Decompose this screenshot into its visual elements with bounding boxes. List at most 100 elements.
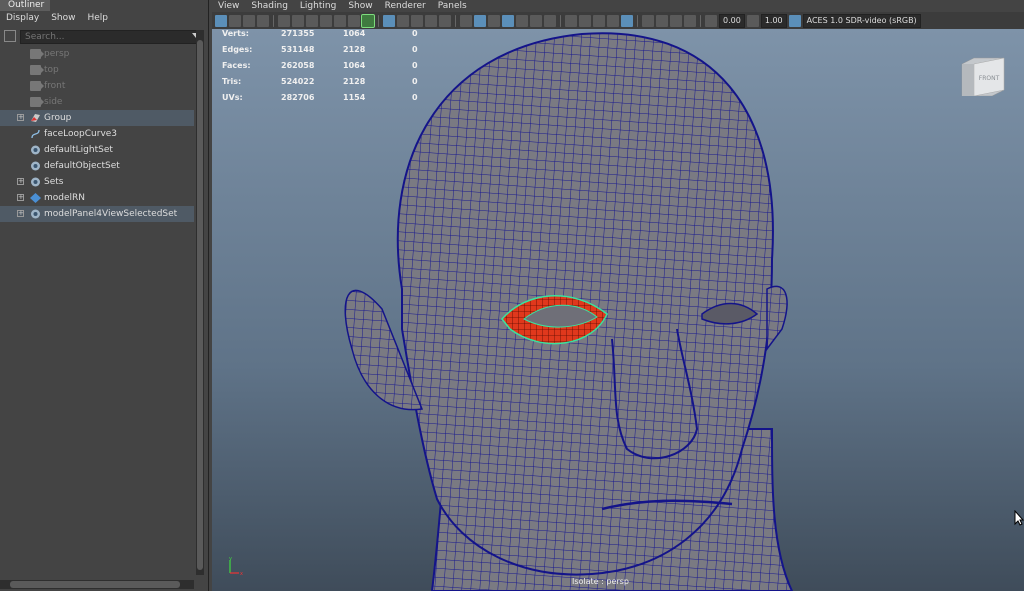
two-sided-lighting-icon[interactable]	[656, 14, 668, 27]
default-material-icon[interactable]	[425, 14, 437, 27]
use-all-lights-icon[interactable]	[516, 14, 528, 27]
outliner-item-sets[interactable]: + Sets	[0, 174, 194, 190]
vertical-scrollbar[interactable]	[196, 30, 204, 575]
stat-label: Edges:	[222, 45, 253, 54]
xray-active-icon[interactable]	[502, 14, 514, 27]
horizontal-scrollbar[interactable]	[0, 580, 194, 589]
outliner-item-faceloopcurve3[interactable]: faceLoopCurve3	[0, 126, 194, 142]
anti-aliasing-icon[interactable]	[593, 14, 605, 27]
gamma-field[interactable]: 1.00	[760, 13, 787, 28]
bookmark-icon[interactable]	[243, 14, 255, 27]
menu-renderer[interactable]: Renderer	[385, 0, 426, 12]
gamma-icon[interactable]	[746, 14, 759, 27]
resolution-gate-icon[interactable]	[292, 14, 304, 27]
color-space-dropdown[interactable]: ACES 1.0 SDR-video (sRGB)	[802, 13, 921, 28]
stat-value-selected: 2128	[343, 77, 366, 86]
select-camera-icon[interactable]	[215, 14, 227, 27]
outliner-item-defaultlightset[interactable]: defaultLightSet	[0, 142, 194, 158]
head-mesh[interactable]	[212, 29, 1024, 591]
image-plane-icon[interactable]	[257, 14, 269, 27]
3d-viewport[interactable]: Verts: 271355 1064 0 Edges: 531148 2128 …	[212, 29, 1024, 591]
xray-icon[interactable]	[474, 14, 486, 27]
set-icon	[31, 177, 40, 187]
outliner-item-group[interactable]: + Group	[0, 110, 194, 126]
depth-of-field-icon[interactable]	[607, 14, 619, 27]
stat-label: Verts:	[222, 29, 249, 38]
viewport-panel: View Shading Lighting Show Renderer Pane…	[212, 0, 1024, 591]
safe-title-icon[interactable]	[348, 14, 360, 27]
poly-count-hud: Verts: 271355 1064 0 Edges: 531148 2128 …	[222, 29, 422, 109]
stat-value-total: 531148	[281, 45, 315, 54]
isolate-view-icon[interactable]	[621, 14, 633, 27]
backface-culling-icon[interactable]	[670, 14, 682, 27]
exposure-icon[interactable]	[705, 14, 717, 27]
menu-display[interactable]: Display	[6, 11, 39, 26]
outliner-item-label: side	[44, 97, 63, 107]
stat-value-selected: 1064	[343, 29, 366, 38]
smooth-shade-icon[interactable]	[411, 14, 423, 27]
reference-icon	[30, 193, 41, 203]
grid-icon[interactable]	[383, 14, 395, 27]
menu-lighting[interactable]: Lighting	[300, 0, 336, 12]
outliner-item-label: defaultLightSet	[44, 145, 113, 155]
color-management-icon[interactable]	[788, 14, 801, 27]
outliner-tab[interactable]: Outliner	[0, 0, 50, 11]
outliner-item-defaultobjectset[interactable]: defaultObjectSet	[0, 158, 194, 174]
menu-view[interactable]: View	[218, 0, 239, 12]
safe-action-icon[interactable]	[334, 14, 346, 27]
shadows-icon[interactable]	[530, 14, 542, 27]
outliner-item-persp[interactable]: persp	[0, 46, 194, 62]
outliner-menubar: Display Show Help	[0, 11, 208, 26]
camera-icon	[30, 97, 44, 107]
stat-value-components: 0	[412, 61, 418, 70]
menu-help[interactable]: Help	[87, 11, 108, 26]
lighting-icon[interactable]	[544, 14, 556, 27]
expand-icon[interactable]: +	[17, 178, 24, 185]
field-chart-icon[interactable]	[320, 14, 332, 27]
menu-show[interactable]: Show	[51, 11, 75, 26]
menu-shading[interactable]: Shading	[251, 0, 288, 12]
wireframe-on-shaded-icon[interactable]	[460, 14, 472, 27]
stat-value-selected: 2128	[343, 45, 366, 54]
camera-attributes-icon[interactable]	[229, 14, 241, 27]
menu-show[interactable]: Show	[348, 0, 372, 12]
stat-value-selected: 1154	[343, 93, 366, 102]
xray-joints-icon[interactable]	[488, 14, 500, 27]
hud-icon[interactable]	[642, 14, 654, 27]
outliner-item-label: persp	[44, 49, 70, 59]
outliner-item-front[interactable]: front	[0, 78, 194, 94]
gate-mask-icon[interactable]	[306, 14, 318, 27]
viewport-toolbar: 0.00 1.00 ACES 1.0 SDR-video (sRGB)	[212, 12, 1024, 29]
frame-all-icon[interactable]	[684, 14, 696, 27]
screen-space-ao-icon[interactable]	[565, 14, 577, 27]
viewcube[interactable]: FRONT	[960, 56, 1006, 96]
expand-icon[interactable]: +	[17, 210, 24, 217]
stat-value-components: 0	[412, 77, 418, 86]
filter-icon[interactable]	[4, 30, 16, 42]
scrollbar-thumb[interactable]	[197, 40, 203, 570]
expand-icon[interactable]: +	[17, 114, 24, 121]
outliner-item-modelpanel4viewselectedset[interactable]: + modelPanel4ViewSelectedSet	[0, 206, 194, 222]
set-icon	[31, 209, 40, 219]
search-input[interactable]	[20, 30, 202, 44]
motion-blur-icon[interactable]	[579, 14, 591, 27]
curve-icon	[31, 129, 40, 139]
menu-panels[interactable]: Panels	[438, 0, 467, 12]
expand-icon[interactable]: +	[17, 194, 24, 201]
mouse-cursor-icon	[1014, 510, 1024, 526]
outliner-item-label: modelPanel4ViewSelectedSet	[44, 209, 178, 219]
isolate-select-icon[interactable]	[361, 13, 375, 28]
outliner-item-side[interactable]: side	[0, 94, 194, 110]
exposure-field[interactable]: 0.00	[719, 13, 745, 28]
scrollbar-thumb[interactable]	[10, 581, 180, 588]
outliner-item-label: faceLoopCurve3	[44, 129, 118, 139]
stats-row-uvs: UVs: 282706 1154 0	[222, 93, 422, 109]
wireframe-icon[interactable]	[397, 14, 409, 27]
toolbar-separator	[700, 14, 701, 27]
film-gate-icon[interactable]	[278, 14, 290, 27]
outliner-item-modelrn[interactable]: + modelRN	[0, 190, 194, 206]
stat-value-components: 0	[412, 45, 418, 54]
outliner-item-top[interactable]: top	[0, 62, 194, 78]
textured-icon[interactable]	[439, 14, 451, 27]
stat-value-components: 0	[412, 29, 418, 38]
